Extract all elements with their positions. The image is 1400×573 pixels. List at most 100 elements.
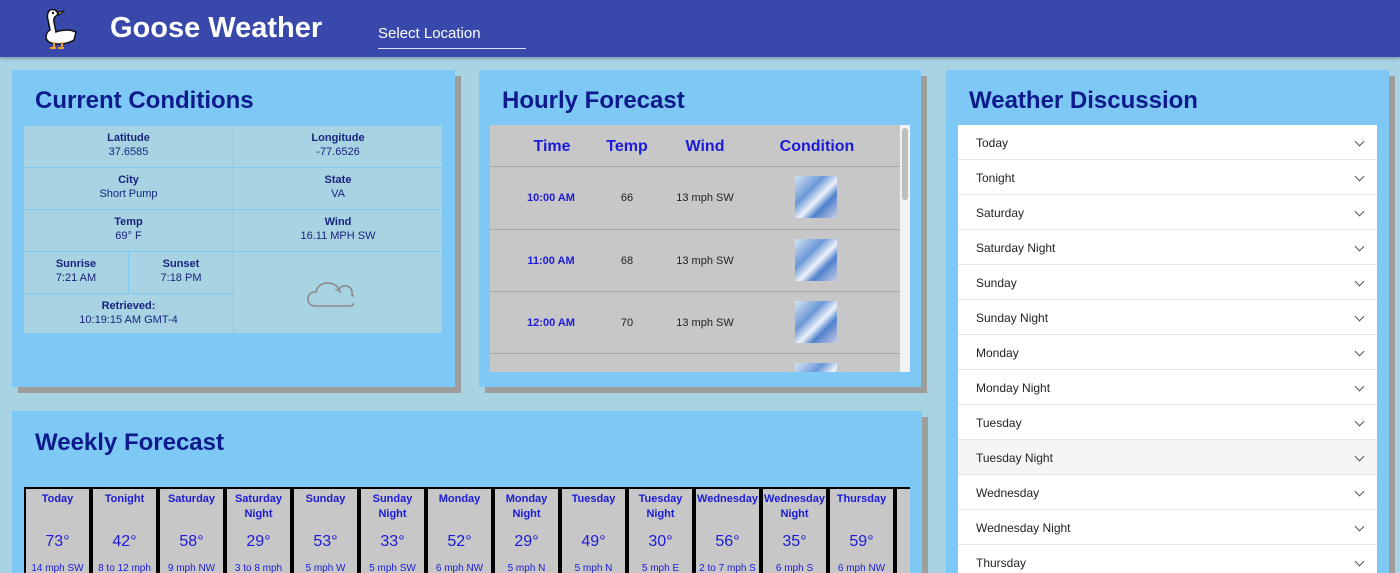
row-divider	[490, 229, 900, 230]
discussion-item-tuesday-night[interactable]: Tuesday Night	[958, 440, 1377, 475]
day-cell: Monday 52° 6 mph NW	[426, 487, 493, 573]
day-temp: 29°	[514, 533, 539, 550]
day-name: Saturday	[167, 493, 216, 505]
condition-image	[795, 363, 837, 372]
discussion-item-label: Wednesday Night	[976, 521, 1071, 535]
city-label: City	[118, 174, 139, 186]
latitude-value: 37.6585	[108, 146, 149, 158]
condition-image	[795, 239, 837, 281]
hourly-forecast-card: Hourly Forecast Time Temp Wind Condition…	[479, 70, 921, 387]
chevron-down-icon	[1354, 136, 1365, 147]
day-cell: Wednesday 56° 2 to 7 mph S	[694, 487, 761, 573]
day-cell: Saturday Night 29° 3 to 8 mph	[225, 487, 292, 573]
discussion-item-monday-night[interactable]: Monday Night	[958, 370, 1377, 405]
day-cell: Tonight 42° 8 to 12 mph	[91, 487, 158, 573]
latitude-label: Latitude	[107, 132, 150, 144]
discussion-item-sunday-night[interactable]: Sunday Night	[958, 300, 1377, 335]
day-cell: Today 73° 14 mph SW	[24, 487, 91, 573]
discussion-item-tuesday[interactable]: Tuesday	[958, 405, 1377, 440]
day-name: Tonight	[104, 493, 145, 505]
day-name: Monday Night	[505, 493, 548, 520]
header-wind: Wind	[685, 138, 725, 155]
day-cell: Monday Night 29° 5 mph N	[493, 487, 560, 573]
chevron-down-icon	[1354, 276, 1365, 287]
sunrise-value: 7:21 AM	[55, 272, 97, 284]
hourly-scrollbar-thumb[interactable]	[902, 128, 908, 200]
discussion-item-today[interactable]: Today	[958, 125, 1377, 160]
cloud-icon	[307, 282, 354, 307]
day-name: Tuesday	[571, 493, 616, 505]
discussion-item-label: Wednesday	[976, 486, 1040, 500]
row-divider	[490, 353, 900, 354]
sunset-label: Sunset	[162, 258, 200, 270]
app-title: Goose Weather	[110, 12, 323, 44]
temp-label: Temp	[114, 216, 143, 228]
weekly-forecast-title: Weekly Forecast	[35, 429, 224, 456]
hour-temp: 66	[620, 192, 634, 204]
day-cell: Sunday 53° 5 mph W	[292, 487, 359, 573]
day-cell: T	[895, 487, 910, 573]
discussion-item-label: Today	[976, 136, 1009, 150]
day-name: Tuesday Night	[638, 493, 683, 520]
goose-logo-icon	[45, 8, 77, 49]
retrieved-label: Retrieved:	[101, 300, 156, 312]
discussion-item-label: Thursday	[976, 556, 1027, 570]
location-select[interactable]: Select Location	[378, 25, 526, 49]
day-name: T	[897, 492, 910, 507]
hour-time: 11:00 AM	[527, 255, 575, 267]
wind-label: Wind	[324, 216, 352, 228]
day-wind: 6 mph NW	[837, 563, 886, 573]
chevron-down-icon	[1354, 486, 1365, 497]
hour-temp: 70	[620, 317, 634, 329]
state-cell: State VA	[234, 168, 443, 210]
discussion-item-sunday[interactable]: Sunday	[958, 265, 1377, 300]
day-wind: 2 to 7 mph S	[699, 563, 756, 573]
longitude-cell: Longitude -77.6526	[234, 126, 443, 168]
day-name: Sunday Night	[372, 493, 413, 520]
day-wind: 5 mph W	[305, 563, 346, 573]
day-cell: Tuesday 49° 5 mph N	[560, 487, 627, 573]
day-temp: 58°	[179, 533, 204, 550]
chevron-down-icon	[1354, 416, 1365, 427]
hour-wind: 13 mph SW	[676, 255, 734, 267]
day-wind: 5 mph N	[507, 563, 546, 573]
day-temp: 52°	[447, 533, 472, 550]
chevron-down-icon	[1354, 521, 1365, 532]
conditions-grid: Latitude 37.6585 Longitude -77.6526 City…	[24, 126, 443, 334]
discussion-item-saturday-night[interactable]: Saturday Night	[958, 230, 1377, 265]
header-divider	[490, 166, 900, 167]
day-wind: 14 mph SW	[31, 563, 84, 573]
day-cell: Saturday 58° 9 mph NW	[158, 487, 225, 573]
city-value: Short Pump	[99, 188, 158, 200]
discussion-item-thursday[interactable]: Thursday	[958, 545, 1377, 573]
sunset-value: 7:18 PM	[160, 272, 202, 284]
chevron-down-icon	[1354, 451, 1365, 462]
day-cell: Tuesday Night 30° 5 mph E	[627, 487, 694, 573]
retrieved-cell: Retrieved: 10:19:15 AM GMT-4	[24, 294, 234, 334]
condition-image	[795, 301, 837, 343]
discussion-item-tonight[interactable]: Tonight	[958, 160, 1377, 195]
wind-cell: Wind 16.11 MPH SW	[234, 210, 443, 252]
chevron-down-icon	[1354, 346, 1365, 357]
header-temp: Temp	[606, 138, 648, 155]
discussion-item-label: Sunday Night	[976, 311, 1049, 325]
current-conditions-card: Current Conditions Latitude 37.6585 Long…	[12, 70, 455, 387]
hour-wind: 13 mph SW	[676, 317, 734, 329]
discussion-item-monday[interactable]: Monday	[958, 335, 1377, 370]
city-cell: City Short Pump	[24, 168, 234, 210]
discussion-item-wednesday[interactable]: Wednesday	[958, 475, 1377, 510]
discussion-accordion: Today Tonight Saturday Saturday Night Su…	[958, 125, 1377, 573]
discussion-item-saturday[interactable]: Saturday	[958, 195, 1377, 230]
weekly-days-row[interactable]: Today 73° 14 mph SW Tonight 42° 8 to 12 …	[24, 487, 910, 573]
day-wind: 3 to 8 mph	[234, 563, 283, 573]
hourly-table[interactable]: Time Temp Wind Condition 10:00 AM 66 13 …	[490, 125, 910, 372]
day-name: Wednesday	[697, 493, 758, 505]
chevron-down-icon	[1354, 171, 1365, 182]
longitude-value: -77.6526	[316, 146, 360, 158]
longitude-label: Longitude	[311, 132, 365, 144]
latitude-cell: Latitude 37.6585	[24, 126, 234, 168]
day-temp: 33°	[380, 533, 405, 550]
discussion-item-wednesday-night[interactable]: Wednesday Night	[958, 510, 1377, 545]
day-temp: 49°	[581, 533, 606, 550]
chevron-down-icon	[1354, 206, 1365, 217]
